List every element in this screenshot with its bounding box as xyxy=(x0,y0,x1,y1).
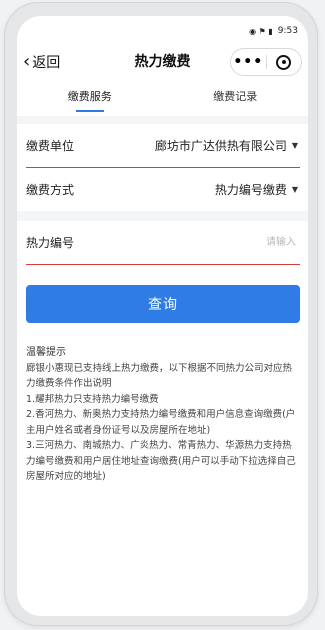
tab-payment-service[interactable]: 缴费服务 xyxy=(17,76,163,116)
back-label: 返回 xyxy=(32,55,61,71)
number-label: 热力编号 xyxy=(26,236,75,250)
method-select-row[interactable]: 缴费方式 热力编号缴费 ▼ xyxy=(17,168,308,211)
close-miniprogram-button[interactable] xyxy=(267,54,302,70)
chevron-left-icon: ‹ xyxy=(23,51,31,72)
tips-line: 廊银小惠现已支持线上热力缴费，以下根据不同热力公司对应热力缴费条件作出说明 xyxy=(26,362,293,390)
tips-line: 2.香河热力、新奥热力支持热力编号缴费和用户信息查询缴费(户主用户姓名或者身份证… xyxy=(26,409,296,436)
app-screen: ◉ ⚑ ▮ 9:53 ‹ 返回 热力缴费 ••• 缴费服务 缴费记录 缴费单位 … xyxy=(17,16,308,616)
query-button[interactable]: 查询 xyxy=(26,285,300,323)
number-row: 热力编号 xyxy=(17,221,308,264)
section-gap xyxy=(17,211,308,221)
caret-down-icon: ▼ xyxy=(291,185,298,194)
tips-line: 1.耀邦热力只支持热力编号缴费 xyxy=(26,393,159,405)
more-button[interactable]: ••• xyxy=(231,54,266,70)
method-label: 缴费方式 xyxy=(26,183,75,197)
nav-bar: ‹ 返回 热力缴费 ••• xyxy=(17,46,308,76)
tips-line: 3.三河热力、南城热力、广炎热力、常青热力、华源热力支持热力编号缴费和用户居住地… xyxy=(26,440,296,482)
divider xyxy=(26,264,300,265)
back-button[interactable]: ‹ 返回 xyxy=(23,52,60,72)
unit-select-row[interactable]: 缴费单位 廊坊市广达供热有限公司 ▼ xyxy=(17,124,308,167)
target-icon xyxy=(276,54,292,70)
phone-frame: ◉ ⚑ ▮ 9:53 ‹ 返回 热力缴费 ••• 缴费服务 缴费记录 缴费单位 … xyxy=(4,2,318,626)
caret-down-icon: ▼ xyxy=(291,141,298,150)
section-gap xyxy=(17,116,308,124)
miniprogram-capsule: ••• xyxy=(230,48,302,76)
method-value: 热力编号缴费 xyxy=(214,183,287,197)
unit-label: 缴费单位 xyxy=(26,139,75,153)
tab-label: 缴费服务 xyxy=(67,90,112,103)
tips-section: 温馨提示 廊银小惠现已支持线上热力缴费，以下根据不同热力公司对应热力缴费条件作出… xyxy=(17,323,308,485)
status-icons: ◉ ⚑ ▮ xyxy=(249,26,273,36)
heat-number-input[interactable] xyxy=(154,236,298,249)
unit-value: 廊坊市广达供热有限公司 xyxy=(154,139,287,153)
active-tab-indicator xyxy=(75,110,104,112)
tab-label: 缴费记录 xyxy=(213,90,258,103)
tab-payment-records[interactable]: 缴费记录 xyxy=(163,76,309,116)
tips-title: 温馨提示 xyxy=(26,347,66,358)
tab-bar: 缴费服务 缴费记录 xyxy=(17,76,308,116)
status-time: 9:53 xyxy=(277,26,298,36)
status-bar: ◉ ⚑ ▮ 9:53 xyxy=(17,16,308,46)
